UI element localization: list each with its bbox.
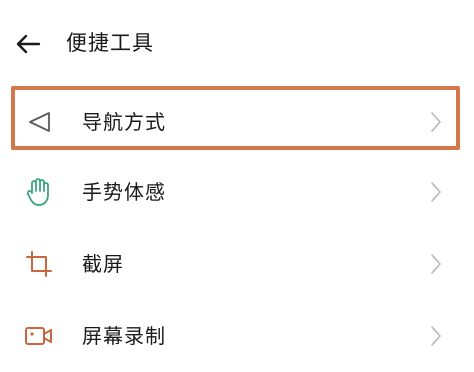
menu-item-label: 导航方式 bbox=[82, 110, 166, 134]
crop-icon bbox=[22, 247, 56, 281]
arrow-left-icon bbox=[16, 34, 41, 54]
chevron-right-icon bbox=[428, 110, 444, 134]
chevron-right-icon bbox=[428, 252, 444, 276]
header-bar: 便捷工具 bbox=[0, 0, 474, 86]
video-camera-icon bbox=[22, 319, 56, 353]
menu-item-screenshot[interactable]: 截屏 bbox=[0, 228, 474, 300]
menu-item-label: 屏幕录制 bbox=[82, 324, 166, 348]
back-button[interactable] bbox=[8, 24, 48, 64]
navigation-triangle-icon bbox=[22, 105, 56, 139]
menu-item-navigation-mode[interactable]: 导航方式 bbox=[0, 86, 474, 158]
page-title: 便捷工具 bbox=[66, 31, 154, 55]
menu-item-gestures[interactable]: 手势体感 bbox=[0, 156, 474, 228]
hand-gesture-icon bbox=[22, 175, 56, 209]
chevron-right-icon bbox=[428, 324, 444, 348]
menu-item-screen-recording[interactable]: 屏幕录制 bbox=[0, 300, 474, 372]
menu-item-label: 截屏 bbox=[82, 252, 124, 276]
chevron-right-icon bbox=[428, 180, 444, 204]
menu-item-label: 手势体感 bbox=[82, 180, 166, 204]
